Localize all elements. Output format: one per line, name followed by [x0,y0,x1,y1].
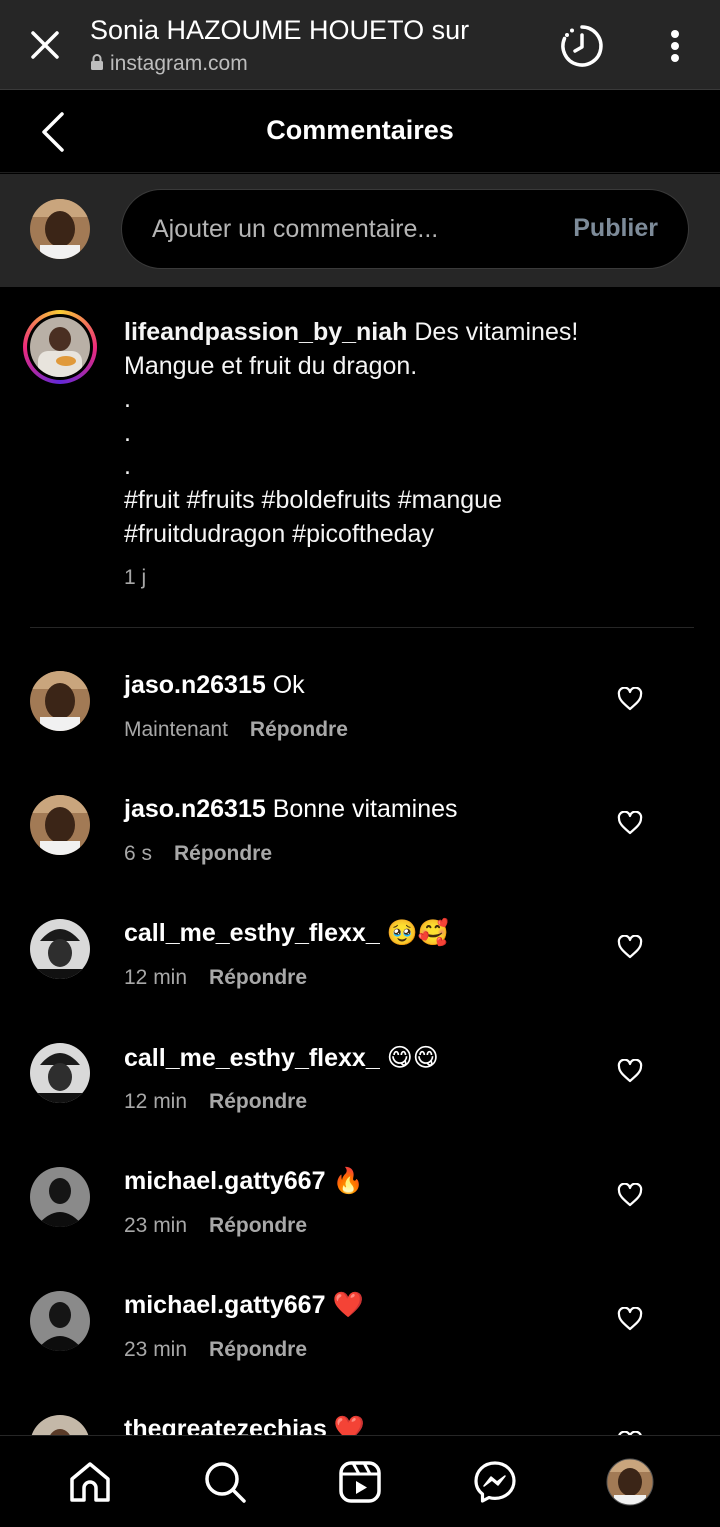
avatar[interactable] [30,919,90,979]
comment-meta: 12 min Répondre [124,1090,307,1114]
reply-button[interactable]: Répondre [209,1090,307,1114]
comment-line: jaso.n26315 Bonne vitamines [124,795,458,824]
comment-meta: 23 min Répondre [124,1214,307,1238]
browser-page-title: Sonia HAZOUME HOUETO sur [90,15,470,45]
heart-icon[interactable] [617,810,643,835]
publish-button[interactable]: Publier [573,214,658,243]
avatar[interactable] [30,1167,90,1227]
reply-button[interactable]: Répondre [209,1214,307,1238]
comment-username[interactable]: michael.gatty667 [124,1291,326,1319]
comment-meta: 12 min Répondre [124,966,307,990]
avatar[interactable] [30,671,90,731]
comment-time: 6 s [124,842,153,865]
reels-icon[interactable] [336,1458,384,1506]
avatar[interactable] [30,1043,90,1103]
caption-body: Des vitamines! Mangue et fruit du dragon… [124,318,579,548]
caption-username[interactable]: lifeandpassion_by_niah [124,318,407,346]
heart-icon[interactable] [617,1058,643,1083]
comment-line: jaso.n26315 Ok [124,671,305,700]
list-item: call_me_esthy_flexx_ 🥹🥰 12 min Répondre [0,919,720,1043]
comment-text: ❤️ [332,1291,364,1319]
divider [30,627,694,628]
comment-time: 12 min [124,1090,188,1113]
comment-line: call_me_esthy_flexx_ 🥹🥰 [124,919,449,948]
comment-text: 🔥 [332,1167,364,1195]
browser-toolbar: Sonia HAZOUME HOUETO sur instagram.com [0,0,720,90]
list-item: jaso.n26315 Bonne vitamines 6 s Répondre [0,795,720,919]
reply-button[interactable]: Répondre [174,842,272,866]
home-icon[interactable] [66,1458,114,1506]
reply-button[interactable]: Répondre [250,718,348,742]
comment-username[interactable]: call_me_esthy_flexx_ [124,1044,380,1072]
browser-url-text: instagram.com [110,52,248,75]
avatar[interactable] [30,795,90,855]
post-caption: lifeandpassion_by_niah Des vitamines! Ma… [0,288,720,628]
comment-text: 🥹🥰 [386,919,449,947]
bottom-navigation [0,1435,720,1527]
page-title: Commentaires [266,115,454,145]
comment-field: Publier [121,189,689,269]
comment-username[interactable]: call_me_esthy_flexx_ [124,919,380,947]
comment-text: 😋😋 [386,1044,439,1072]
avatar [27,314,93,380]
close-icon[interactable] [22,22,68,68]
comment-time: 23 min [124,1338,188,1361]
list-item: jaso.n26315 Ok Maintenant Répondre [0,671,720,795]
comment-username[interactable]: michael.gatty667 [124,1167,326,1195]
page-header: Commentaires [0,91,720,173]
heart-icon[interactable] [617,686,643,711]
heart-icon[interactable] [617,934,643,959]
lock-icon [90,52,104,76]
comment-text: Ok [272,671,305,699]
list-item: michael.gatty667 ❤️ 23 min Répondre [0,1291,720,1415]
comment-text: Bonne vitamines [272,795,458,823]
comment-line: call_me_esthy_flexx_ 😋😋 [124,1043,439,1073]
comment-line: michael.gatty667 ❤️ [124,1291,364,1320]
profile-avatar[interactable] [606,1458,654,1506]
reply-button[interactable]: Répondre [209,1338,307,1362]
heart-icon[interactable] [617,1182,643,1207]
comment-composer: Publier [0,174,720,287]
search-icon[interactable] [201,1458,249,1506]
history-icon[interactable] [556,20,608,72]
comment-line: michael.gatty667 🔥 [124,1167,364,1196]
caption-timestamp: 1 j [124,566,147,589]
comment-input[interactable] [152,190,552,268]
heart-icon[interactable] [617,1306,643,1331]
story-ring[interactable] [23,310,97,384]
list-item: call_me_esthy_flexx_ 😋😋 12 min Répondre [0,1043,720,1167]
avatar [30,199,90,259]
comment-meta: 6 s Répondre [124,842,272,866]
comment-username[interactable]: jaso.n26315 [124,671,266,699]
comment-username[interactable]: jaso.n26315 [124,795,266,823]
comment-meta: Maintenant Répondre [124,718,348,742]
browser-url[interactable]: instagram.com [90,52,248,76]
comment-time: Maintenant [124,718,228,741]
comment-time: 12 min [124,966,188,989]
comment-meta: 23 min Répondre [124,1338,307,1362]
caption-text: lifeandpassion_by_niah Des vitamines! Ma… [124,316,684,551]
comment-time: 23 min [124,1214,188,1237]
more-vertical-icon[interactable] [655,22,695,70]
avatar[interactable] [30,1291,90,1351]
reply-button[interactable]: Répondre [209,966,307,990]
messenger-icon[interactable] [471,1458,519,1506]
list-item: michael.gatty667 🔥 23 min Répondre [0,1167,720,1291]
